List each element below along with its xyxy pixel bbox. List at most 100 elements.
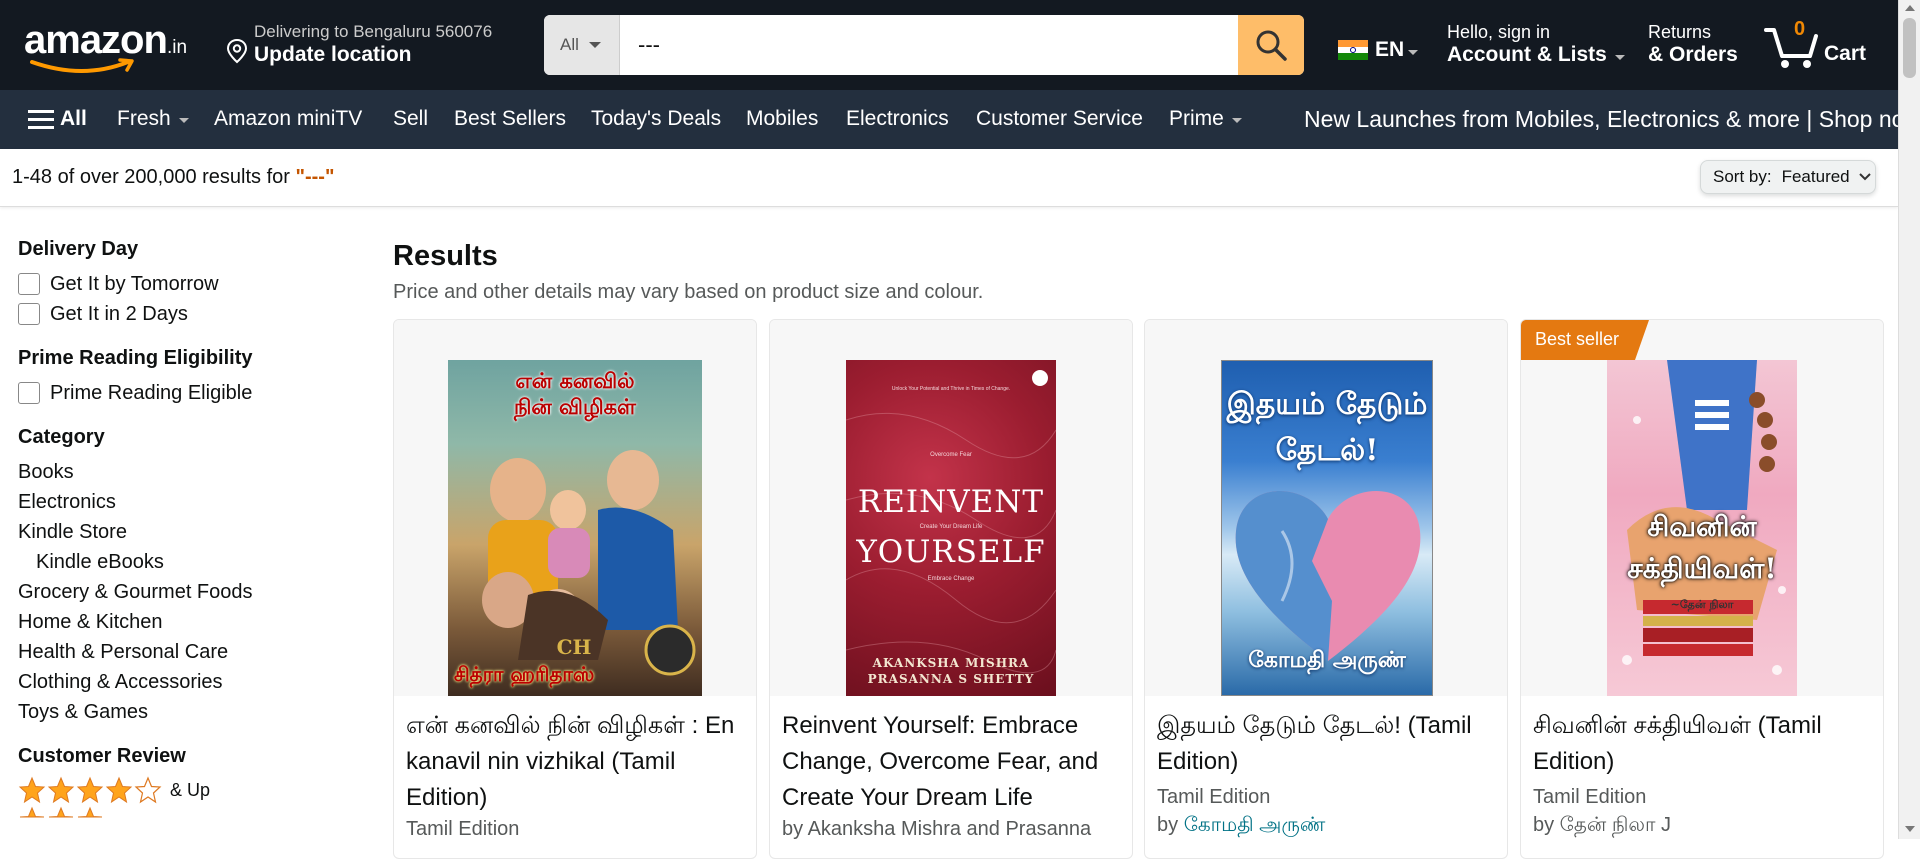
update-location-link[interactable]: Update location (254, 43, 412, 67)
cart-button[interactable]: 0 Cart (1764, 18, 1874, 72)
search-button[interactable] (1238, 15, 1304, 75)
search-icon (1256, 30, 1287, 61)
nav-amazon-minitv[interactable]: Amazon miniTV (214, 107, 362, 131)
page-scrollbar[interactable] (1898, 0, 1920, 839)
results-count: 1-48 of over 200,000 results for "---" (12, 166, 334, 189)
scrollbar-thumb[interactable] (1903, 18, 1916, 78)
nav-customer-service[interactable]: Customer Service (976, 107, 1143, 131)
product-author: by கோமதி அருண் (1157, 814, 1325, 839)
nav-sell[interactable]: Sell (393, 107, 428, 131)
results-count-text: 1-48 of over 200,000 results for (12, 166, 296, 188)
cover-author: சித்ரா ஹரிதாஸ் (454, 662, 595, 686)
cover-title-line1: சிவனின் (1647, 510, 1757, 543)
cover-title-line2: தேடல்! (1275, 433, 1379, 468)
language-selector[interactable]: EN (1338, 38, 1419, 62)
product-image-area: சிவனின் சக்தியிவள்! ~தேன் நிலா (1521, 320, 1883, 696)
nav-amazon-minitv-label: Amazon miniTV (214, 107, 363, 130)
orders-label: & Orders (1648, 43, 1738, 66)
results-info-bar: 1-48 of over 200,000 results for "---" S… (0, 149, 1898, 207)
filter-get-it-2-days[interactable]: Get It in 2 Days (18, 299, 348, 329)
product-title[interactable]: Reinvent Yourself: Embrace Change, Overc… (782, 708, 1122, 816)
cover-author: ~தேன் நிலா (1670, 598, 1734, 611)
checkbox[interactable] (18, 273, 40, 295)
promo-banner-link[interactable]: New Launches from Mobiles, Electronics &… (1304, 106, 1920, 133)
cover-subtext-3: Embrace Change (927, 576, 975, 582)
product-card[interactable]: இதயம் தேடும் தேடல்! கோமதி அருண் இதயம் தே… (1144, 319, 1508, 859)
nav-best-sellers-label: Best Sellers (454, 107, 567, 130)
category-kindle-store[interactable]: Kindle Store (18, 517, 348, 547)
category-clothing[interactable]: Clothing & Accessories (18, 667, 348, 697)
all-menu-label: All (60, 107, 87, 130)
cover-title-line2: நின் விழிகள் (513, 394, 636, 419)
nav-todays-deals[interactable]: Today's Deals (591, 107, 721, 131)
nav-fresh[interactable]: Fresh (117, 107, 189, 131)
nav-best-sellers[interactable]: Best Sellers (454, 107, 566, 131)
nav-electronics[interactable]: Electronics (846, 107, 949, 131)
category-kindle-ebooks[interactable]: Kindle eBooks (18, 547, 348, 577)
author-link[interactable]: கோமதி அருண் (1184, 814, 1326, 836)
search-category-dropdown[interactable]: All (544, 15, 620, 75)
prime-reading-heading: Prime Reading Eligibility (18, 347, 253, 369)
caret-down-icon (1614, 54, 1625, 60)
nav-fresh-label: Fresh (117, 107, 171, 130)
delivery-day-heading: Delivery Day (18, 238, 139, 260)
sub-nav: All Fresh Amazon miniTV Sell Best Seller… (0, 90, 1920, 149)
product-image[interactable]: இதயம் தேடும் தேடல்! கோமதி அருண் (1221, 360, 1433, 696)
amazon-logo[interactable]: amazon.in (24, 18, 204, 78)
results-heading: Results (393, 240, 498, 272)
account-lists: Account & Lists (1447, 43, 1625, 67)
cover-title-line1: இதயம் தேடும் (1226, 387, 1428, 422)
product-image-area: இதயம் தேடும் தேடல்! கோமதி அருண் (1145, 320, 1507, 696)
product-card[interactable]: என் கனவில் நின் விழிகள் சித்ரா ஹரிதாஸ் C… (393, 319, 757, 859)
category-home-kitchen[interactable]: Home & Kitchen (18, 607, 348, 637)
product-edition: Tamil Edition (1533, 786, 1647, 808)
nav-prime[interactable]: Prime (1169, 107, 1242, 131)
checkbox[interactable] (18, 303, 40, 325)
cover-author-1: AKANKSHA MISHRA (872, 656, 1030, 670)
category-grocery[interactable]: Grocery & Gourmet Foods (18, 577, 348, 607)
rating-suffix: & Up (170, 779, 211, 800)
product-title[interactable]: என் கனவில் நின் விழிகள் : En kanavil nin… (406, 708, 746, 816)
search-input[interactable] (620, 15, 1240, 75)
account-menu[interactable]: Hello, sign in Account & Lists (1447, 22, 1625, 67)
product-title[interactable]: இதயம் தேடும் தேடல்! (Tamil Edition) (1157, 708, 1497, 780)
sort-value: Featured (1781, 167, 1850, 186)
chevron-down-icon (1858, 173, 1871, 181)
product-image[interactable]: Unlock Your Potential and Thrive in Time… (846, 360, 1056, 696)
product-card[interactable]: Unlock Your Potential and Thrive in Time… (769, 319, 1133, 859)
search-category-label: All (560, 35, 579, 54)
logo-tld: .in (166, 37, 188, 58)
product-image-area: என் கனவில் நின் விழிகள் சித்ரா ஹரிதாஸ் C… (394, 320, 756, 696)
all-menu-button[interactable]: All (28, 107, 87, 131)
sort-dropdown[interactable]: Sort by: Featured (1700, 160, 1876, 194)
category-books[interactable]: Books (18, 457, 348, 487)
product-image[interactable]: சிவனின் சக்தியிவள்! ~தேன் நிலா (1607, 360, 1797, 696)
category-health[interactable]: Health & Personal Care (18, 637, 348, 667)
nav-mobiles[interactable]: Mobiles (746, 107, 818, 131)
hamburger-icon (28, 110, 54, 129)
caret-down-icon (178, 117, 189, 123)
scroll-down-arrow-icon[interactable] (1905, 826, 1915, 832)
rating-filter-next[interactable] (18, 806, 348, 825)
cover-title-line1: என் கனவில் (515, 368, 635, 393)
product-title[interactable]: சிவனின் சக்தியிவள் (Tamil Edition) (1533, 708, 1873, 780)
filter-label: Get It in 2 Days (50, 302, 188, 325)
scroll-up-arrow-icon[interactable] (1905, 5, 1915, 11)
filter-get-it-tomorrow[interactable]: Get It by Tomorrow (18, 269, 348, 299)
category-toys-games[interactable]: Toys & Games (18, 697, 348, 727)
product-edition: Tamil Edition (1157, 786, 1271, 808)
product-image[interactable]: என் கனவில் நின் விழிகள் சித்ரா ஹரிதாஸ் C… (448, 360, 702, 696)
author-prefix: by (1157, 814, 1184, 836)
filter-label: Prime Reading Eligible (50, 381, 253, 404)
returns-label: Returns (1648, 22, 1712, 42)
rating-filter-4-up[interactable]: & Up (18, 776, 348, 804)
cover-title-line1: REINVENT (857, 484, 1045, 520)
checkbox[interactable] (18, 382, 40, 404)
product-card[interactable]: சிவனின் சக்தியிவள்! ~தேன் நிலா Best sell… (1520, 319, 1884, 859)
filter-label: Get It by Tomorrow (50, 272, 219, 295)
product-edition: Tamil Edition (406, 818, 520, 840)
cover-logo-mark: CH (556, 635, 592, 659)
returns-orders-link[interactable]: Returns & Orders (1648, 22, 1738, 67)
category-electronics[interactable]: Electronics (18, 487, 348, 517)
filter-prime-reading[interactable]: Prime Reading Eligible (18, 378, 348, 408)
